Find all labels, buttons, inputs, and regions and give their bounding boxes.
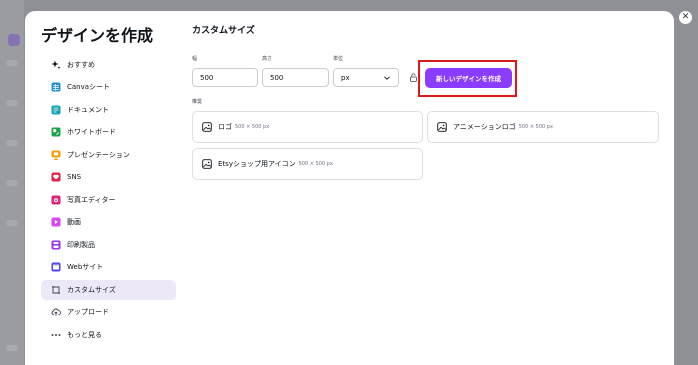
sidebar-item-label: もっと見る bbox=[67, 331, 102, 339]
modal-title: デザインを作成 bbox=[41, 26, 154, 45]
sidebar-item-website[interactable]: Webサイト bbox=[41, 257, 176, 277]
sidebar-item-custom-size[interactable]: カスタムサイズ bbox=[41, 280, 176, 300]
heart-icon bbox=[51, 172, 61, 182]
whiteboard-icon bbox=[51, 127, 61, 137]
sidebar-item-label: 動画 bbox=[67, 218, 81, 226]
sidebar-item-sns[interactable]: SNS bbox=[41, 167, 176, 187]
sidebar-item-label: アップロード bbox=[67, 308, 109, 316]
image-icon bbox=[202, 159, 212, 169]
background-nav-placeholder bbox=[6, 140, 18, 146]
width-input[interactable]: 500 bbox=[192, 68, 258, 87]
upload-cloud-icon bbox=[51, 307, 61, 317]
unit-select-value: px bbox=[341, 73, 350, 82]
width-label: 幅 bbox=[192, 56, 198, 62]
document-icon bbox=[51, 105, 61, 115]
sidebar-item-label: 写真エディター bbox=[67, 196, 116, 204]
background-nav-placeholder bbox=[6, 60, 18, 66]
sidebar-item-label: Canvaシート bbox=[67, 83, 111, 91]
sidebar-item-label: カスタムサイズ bbox=[67, 286, 116, 294]
height-input[interactable]: 500 bbox=[262, 68, 329, 87]
modal-sidebar: デザインを作成 おすすめ Canvaシート ドキュメント ホワイトボード プレゼ… bbox=[25, 11, 185, 365]
create-new-design-button[interactable]: 新しいデザインを作成 bbox=[425, 68, 512, 88]
presentation-icon bbox=[51, 150, 61, 160]
sidebar-item-label: おすすめ bbox=[67, 61, 95, 69]
preset-dimensions: 500 × 500 px bbox=[235, 124, 270, 130]
height-label: 高さ bbox=[262, 56, 273, 62]
panel-title: カスタムサイズ bbox=[192, 26, 255, 36]
sheet-icon bbox=[51, 82, 61, 92]
sidebar-item-label: ドキュメント bbox=[67, 106, 109, 114]
preset-logo[interactable]: ロゴ 500 × 500 px bbox=[192, 111, 423, 143]
preset-etsy-shop-icon[interactable]: Etsyショップ用アイコン 500 × 500 px bbox=[192, 148, 423, 180]
background-app-logo bbox=[8, 34, 20, 46]
recommended-label: 推奨 bbox=[192, 99, 203, 105]
sidebar-item-label: SNS bbox=[67, 173, 82, 181]
preset-dimensions: 500 × 500 px bbox=[298, 161, 333, 167]
custom-size-icon bbox=[51, 285, 61, 295]
sidebar-item-video[interactable]: 動画 bbox=[41, 212, 176, 232]
lock-aspect-ratio-icon[interactable] bbox=[410, 73, 417, 82]
custom-size-panel: カスタムサイズ 幅 500 高さ 500 単位 px 新しいデザインを作成 推奨… bbox=[192, 11, 674, 365]
background-nav-placeholder bbox=[6, 345, 18, 351]
sidebar-item-docs[interactable]: ドキュメント bbox=[41, 100, 176, 120]
background-nav-placeholder bbox=[6, 220, 18, 226]
sidebar-item-photo-editor[interactable]: 写真エディター bbox=[41, 190, 176, 210]
create-design-modal: デザインを作成 おすすめ Canvaシート ドキュメント ホワイトボード プレゼ… bbox=[25, 11, 674, 365]
sidebar-item-print[interactable]: 印刷製品 bbox=[41, 235, 176, 255]
unit-select[interactable]: px bbox=[333, 68, 399, 87]
video-icon bbox=[51, 217, 61, 227]
sidebar-item-presentation[interactable]: プレゼンテーション bbox=[41, 145, 176, 165]
sparkle-icon bbox=[51, 60, 61, 70]
unit-label: 単位 bbox=[333, 56, 344, 62]
sidebar-item-label: プレゼンテーション bbox=[67, 151, 130, 159]
sidebar-item-label: ホワイトボード bbox=[67, 128, 116, 136]
preset-name: アニメーションロゴ bbox=[453, 123, 516, 131]
sidebar-item-canva-sheets[interactable]: Canvaシート bbox=[41, 77, 176, 97]
sidebar-item-more[interactable]: もっと見る bbox=[41, 325, 176, 345]
background-nav-placeholder bbox=[6, 100, 18, 106]
printer-icon bbox=[51, 240, 61, 250]
sidebar-item-whiteboard[interactable]: ホワイトボード bbox=[41, 122, 176, 142]
sidebar-item-upload[interactable]: アップロード bbox=[41, 302, 176, 322]
chevron-down-icon bbox=[384, 76, 390, 80]
image-icon bbox=[202, 122, 212, 132]
close-icon[interactable]: ✕ bbox=[679, 11, 692, 24]
preset-name: Etsyショップ用アイコン bbox=[218, 160, 296, 168]
background-app-sidebar bbox=[0, 0, 24, 365]
preset-name: ロゴ bbox=[218, 123, 232, 131]
image-icon bbox=[437, 122, 447, 132]
sidebar-item-recommended[interactable]: おすすめ bbox=[41, 55, 176, 75]
background-nav-placeholder bbox=[6, 180, 18, 186]
more-dots-icon bbox=[51, 330, 61, 340]
sidebar-item-label: 印刷製品 bbox=[67, 241, 95, 249]
preset-animated-logo[interactable]: アニメーションロゴ 500 × 500 px bbox=[427, 111, 659, 143]
preset-dimensions: 500 × 500 px bbox=[518, 124, 553, 130]
sidebar-item-label: Webサイト bbox=[67, 263, 104, 271]
website-icon bbox=[51, 262, 61, 272]
camera-icon bbox=[51, 195, 61, 205]
